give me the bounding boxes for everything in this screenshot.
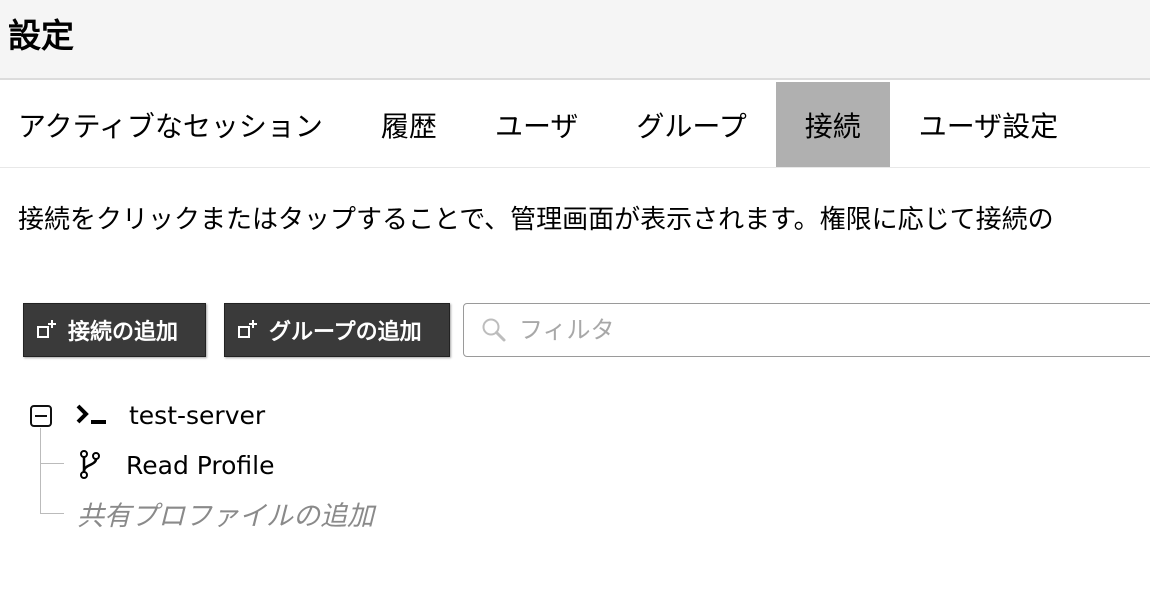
connection-name: test-server <box>129 400 266 430</box>
tab-label: 履歴 <box>380 109 437 143</box>
tree-connector <box>40 463 64 464</box>
connections-description: 接続をクリックまたはタップすることで、管理画面が表示されます。権限に応じて接続の <box>18 205 1054 235</box>
tab-label: グループ <box>636 109 747 143</box>
tab-users[interactable]: ユーザ <box>495 82 636 167</box>
tab-label: 接続 <box>804 109 861 143</box>
add-connection-button[interactable]: 接続の追加 <box>23 303 206 357</box>
tab-label: アクティブなセッション <box>18 109 323 143</box>
search-icon <box>482 318 506 342</box>
filter-input[interactable] <box>517 315 1121 345</box>
tree-connector <box>40 428 41 513</box>
sharing-profile-name: Read Profile <box>126 450 275 480</box>
settings-tabs: アクティブなセッション 履歴 ユーザ グループ 接続 ユーザ設定 <box>0 82 1150 168</box>
tab-label: ユーザ <box>494 109 579 143</box>
add-sharing-profile-link[interactable]: 共有プロファイルの追加 <box>77 494 374 533</box>
collapse-toggle-icon[interactable] <box>30 405 52 427</box>
filter-box <box>463 303 1150 357</box>
connection-node[interactable]: test-server <box>76 398 265 432</box>
tab-label: ユーザ設定 <box>918 109 1059 143</box>
sharing-profile-node[interactable]: Read Profile <box>78 448 275 482</box>
branch-icon <box>80 450 100 479</box>
tree-connector <box>40 513 64 514</box>
add-group-button[interactable]: グループの追加 <box>224 303 450 357</box>
terminal-icon <box>76 404 106 424</box>
add-group-label: グループの追加 <box>269 320 422 345</box>
page-header: 設定 <box>0 0 1150 80</box>
tab-groups[interactable]: グループ <box>636 82 775 167</box>
tab-connections[interactable]: 接続 <box>775 82 890 167</box>
add-connection-icon <box>37 320 56 338</box>
tab-history[interactable]: 履歴 <box>381 82 495 167</box>
add-group-icon <box>238 320 257 338</box>
tab-active-sessions[interactable]: アクティブなセッション <box>0 82 381 167</box>
tab-preferences[interactable]: ユーザ設定 <box>890 82 1078 167</box>
add-connection-label: 接続の追加 <box>68 320 179 345</box>
page-title: 設定 <box>8 16 74 55</box>
